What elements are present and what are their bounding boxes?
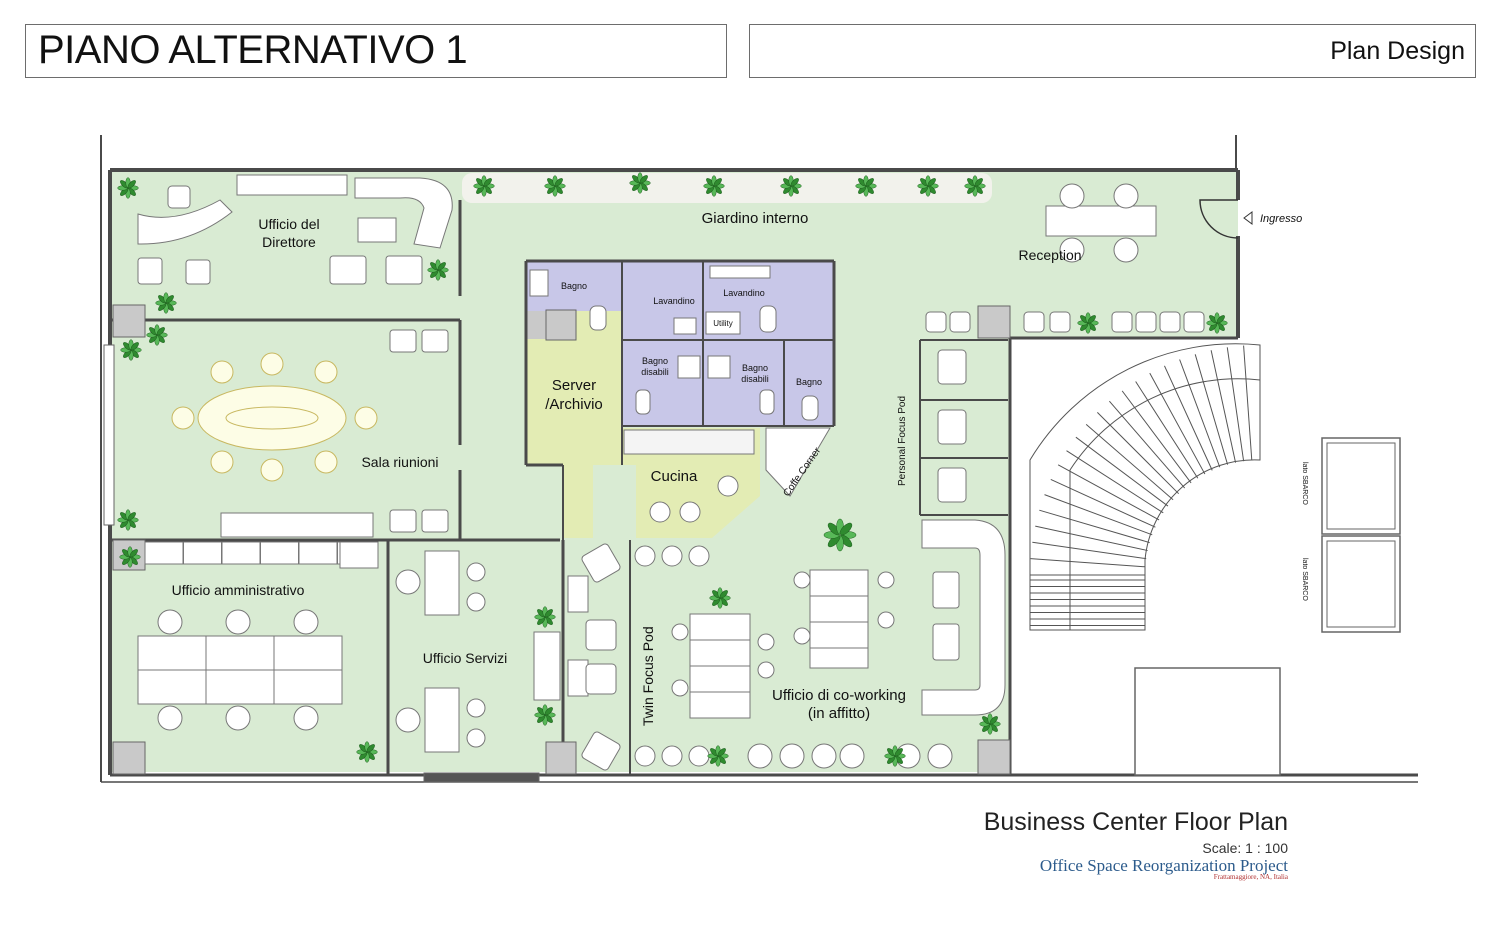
label-bagno-disabili-2b: disabili xyxy=(741,374,769,384)
label-reception: Reception xyxy=(1018,247,1081,263)
label-ufficio-amministrativo: Ufficio amministrativo xyxy=(172,582,305,598)
label-ufficio-direttore-1: Ufficio del xyxy=(258,216,319,232)
waiting-chairs xyxy=(925,311,1205,333)
label-ufficio-servizi: Ufficio Servizi xyxy=(423,650,508,666)
label-bagno-disabili-1b: disabili xyxy=(641,367,669,377)
label-ingresso: Ingresso xyxy=(1260,213,1302,225)
garden-strip xyxy=(462,173,992,203)
label-server-2: /Archivio xyxy=(545,396,603,413)
label-coworking-2: (in affitto) xyxy=(808,705,870,722)
cabinet xyxy=(144,541,184,565)
servizi-desk-2 xyxy=(424,687,460,753)
footer-scale: Scale: 1 : 100 xyxy=(1202,840,1288,856)
label-cucina: Cucina xyxy=(651,468,698,485)
label-bagno-2: Bagno xyxy=(796,377,822,387)
label-bagno-1: Bagno xyxy=(561,281,587,291)
label-server-1: Server xyxy=(552,377,596,394)
meeting-table xyxy=(197,385,347,451)
window-left xyxy=(103,344,115,526)
label-twin-focus-pod: Twin Focus Pod xyxy=(640,626,656,726)
label-giardino: Giardino interno xyxy=(702,210,809,227)
footer-place: Frattamaggiore, NA, Italia xyxy=(1213,873,1288,881)
kitchen-counter xyxy=(623,429,755,455)
servizi-desk-1 xyxy=(424,550,460,616)
kitchen-floor-2 xyxy=(563,465,593,538)
floor-plan: Ufficio del Direttore Giardino interno R… xyxy=(100,135,1418,783)
label-bagno-disabili-1a: Bagno xyxy=(642,356,668,366)
cabinet xyxy=(221,541,261,565)
footer-title: Business Center Floor Plan xyxy=(983,808,1288,836)
label-lato-sbarco-2: lato SBARCO xyxy=(1301,558,1308,601)
label-ufficio-direttore-2: Direttore xyxy=(262,234,316,250)
reception-desk xyxy=(1045,205,1157,237)
label-personal-focus-pod: Personal Focus Pod xyxy=(897,396,908,486)
director-chair xyxy=(167,185,191,209)
label-lavandino-2: Lavandino xyxy=(723,288,765,298)
label-bagno-disabili-2a: Bagno xyxy=(742,363,768,373)
cabinet xyxy=(260,541,299,565)
label-utility: Utility xyxy=(713,319,733,328)
label-lavandino-1: Lavandino xyxy=(653,296,695,306)
window-bottom xyxy=(423,772,540,783)
cabinet xyxy=(183,541,222,565)
label-lato-sbarco-1: lato SBARCO xyxy=(1301,462,1308,505)
label-coworking-1: Ufficio di co-working xyxy=(772,687,906,704)
cabinet xyxy=(298,541,338,565)
coffee-table xyxy=(357,217,397,243)
label-sala-riunioni: Sala riunioni xyxy=(361,454,438,470)
